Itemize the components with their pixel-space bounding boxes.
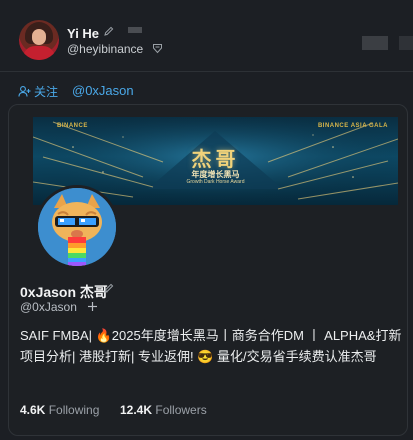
followers-count: 12.4K (120, 403, 153, 417)
follow-label: 关注 (34, 85, 59, 99)
follow-target-handle[interactable]: @0xJason (72, 83, 134, 98)
followers-link[interactable]: 12.4K Followers (120, 403, 207, 417)
profile-card: BINANCE BINANCE ASIA GALA 杰哥 年度增长黑马 Grow… (8, 104, 408, 436)
cat-avatar-icon (38, 188, 116, 266)
banner-award-en: Growth Dark Horse Award (186, 179, 245, 185)
followers-label: Followers (155, 403, 207, 417)
following-link[interactable]: 4.6K Following (20, 403, 99, 417)
add-user-icon (18, 86, 31, 97)
profile-name[interactable]: 0xJason 杰哥 (20, 282, 108, 302)
banner-logo-right: BINANCE ASIA GALA (317, 123, 388, 129)
banner-logo-left: BINANCE (57, 123, 88, 129)
profile-handle[interactable]: @0xJason (20, 300, 77, 314)
follow-button[interactable]: 关注 (18, 83, 58, 100)
plus-icon[interactable] (87, 301, 98, 312)
redacted-area (128, 27, 142, 33)
profile-avatar[interactable] (35, 185, 119, 269)
pencil-icon[interactable] (103, 282, 115, 294)
shield-icon (153, 44, 162, 54)
profile-bio: SAIF FMBA| 🔥2025年度增长黑马丨商务合作DM 丨 ALPHA&打新… (20, 328, 402, 364)
following-count: 4.6K (20, 403, 46, 417)
profile-hover-card-window: Yi He @heyibinance 关注 @0xJason BINANCE B… (0, 0, 413, 440)
display-name[interactable]: Yi He (67, 26, 99, 41)
following-label: Following (48, 403, 100, 417)
header: Yi He @heyibinance (0, 0, 413, 68)
pencil-icon[interactable] (103, 25, 115, 37)
banner-title: 杰哥 (191, 149, 240, 171)
divider (0, 71, 413, 72)
avatar[interactable] (19, 20, 59, 60)
redacted-area (399, 36, 413, 50)
redacted-area (362, 36, 388, 50)
user-handle[interactable]: @heyibinance (67, 42, 143, 56)
